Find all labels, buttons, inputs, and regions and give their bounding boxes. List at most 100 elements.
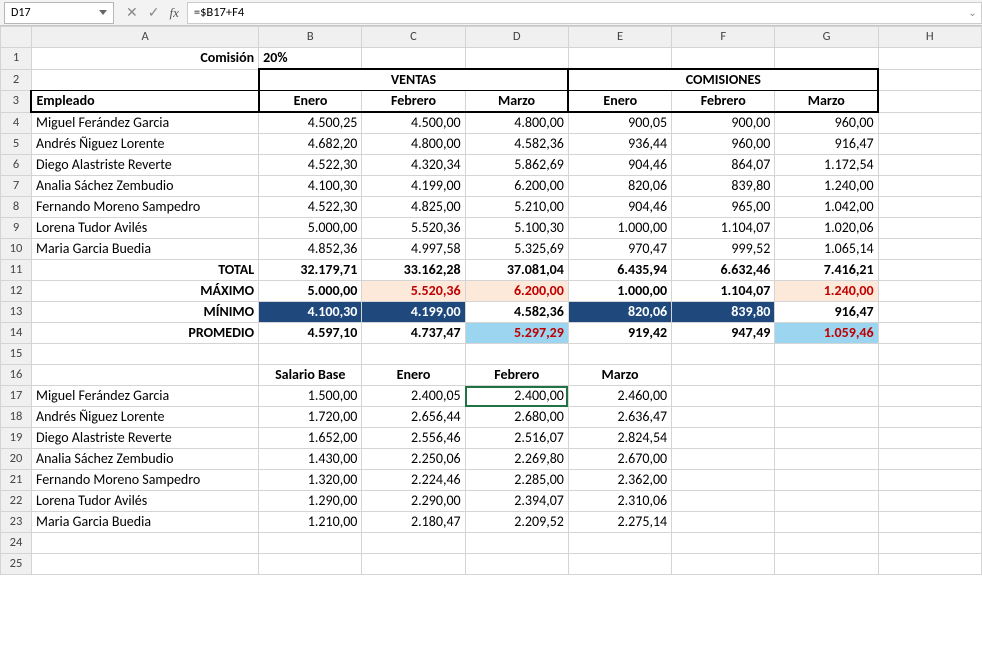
cell[interactable] — [465, 344, 568, 365]
cell[interactable] — [672, 512, 775, 533]
cell[interactable] — [878, 428, 981, 449]
cell[interactable]: 919,42 — [568, 323, 671, 344]
cell[interactable] — [31, 554, 258, 575]
cell[interactable]: 4.737,47 — [362, 323, 465, 344]
cell[interactable] — [878, 239, 981, 260]
cell[interactable]: 1.430,00 — [259, 449, 362, 470]
cell[interactable]: 2.824,54 — [568, 428, 671, 449]
cell[interactable]: 2.400,05 — [362, 386, 465, 407]
cell[interactable]: Maria Garcia Buedia — [31, 239, 258, 260]
cell[interactable]: 2.224,46 — [362, 470, 465, 491]
cell[interactable] — [672, 554, 775, 575]
cell[interactable]: 1.240,00 — [775, 281, 878, 302]
cell[interactable] — [775, 470, 878, 491]
cell[interactable]: 1.000,00 — [568, 281, 671, 302]
cell[interactable] — [465, 554, 568, 575]
cell[interactable]: 4.582,36 — [465, 302, 568, 323]
cell[interactable]: 4.852,36 — [259, 239, 362, 260]
cell[interactable] — [878, 512, 981, 533]
cell[interactable]: 6.435,94 — [568, 260, 671, 281]
name-box-dropdown-icon[interactable] — [99, 10, 107, 15]
cell[interactable]: Maria Garcia Buedia — [31, 512, 258, 533]
cell[interactable]: 5.520,36 — [362, 218, 465, 239]
cell[interactable]: 916,47 — [775, 134, 878, 155]
cell[interactable] — [568, 344, 671, 365]
cell[interactable] — [672, 428, 775, 449]
cell[interactable] — [775, 554, 878, 575]
cell[interactable]: 4.800,00 — [465, 112, 568, 134]
cell[interactable]: 6.200,00 — [465, 176, 568, 197]
cell[interactable] — [775, 344, 878, 365]
cell[interactable]: 4.199,00 — [362, 176, 465, 197]
cell[interactable] — [878, 554, 981, 575]
formula-input[interactable]: =$B17+F4 — [187, 2, 964, 24]
cell[interactable]: 20% — [259, 48, 362, 70]
cell[interactable] — [362, 533, 465, 554]
cell[interactable] — [878, 323, 981, 344]
cell[interactable] — [672, 386, 775, 407]
cell[interactable]: 900,00 — [672, 112, 775, 134]
cell[interactable]: 4.522,30 — [259, 197, 362, 218]
cell[interactable]: 2.680,00 — [465, 407, 568, 428]
comisiones-header[interactable]: COMISIONES — [568, 69, 878, 91]
cell[interactable]: 5.000,00 — [259, 281, 362, 302]
cell[interactable] — [672, 470, 775, 491]
cell[interactable]: 2.209,52 — [465, 512, 568, 533]
row-header[interactable]: 2 — [1, 69, 32, 91]
cell[interactable]: Marzo — [775, 91, 878, 113]
empleado-header[interactable]: Empleado — [31, 91, 258, 113]
cell[interactable]: 1.104,07 — [672, 218, 775, 239]
cell[interactable]: 947,49 — [672, 323, 775, 344]
cell[interactable]: 5.210,00 — [465, 197, 568, 218]
cell[interactable] — [465, 533, 568, 554]
cell[interactable] — [878, 112, 981, 134]
cell[interactable]: 4.100,30 — [259, 302, 362, 323]
row-header[interactable]: 21 — [1, 470, 32, 491]
cell[interactable]: 5.297,29 — [465, 323, 568, 344]
cell[interactable]: Enero — [568, 91, 671, 113]
cell[interactable]: 1.720,00 — [259, 407, 362, 428]
cell[interactable] — [878, 449, 981, 470]
cell[interactable]: 4.500,00 — [362, 112, 465, 134]
cell[interactable]: 2.460,00 — [568, 386, 671, 407]
col-header-C[interactable]: C — [362, 27, 465, 48]
cell[interactable]: 1.042,00 — [775, 197, 878, 218]
cell[interactable]: 4.500,25 — [259, 112, 362, 134]
cell[interactable]: 916,47 — [775, 302, 878, 323]
col-header-F[interactable]: F — [672, 27, 775, 48]
total-label[interactable]: TOTAL — [31, 260, 258, 281]
cell[interactable] — [775, 512, 878, 533]
cell[interactable] — [775, 449, 878, 470]
cancel-icon[interactable]: ✕ — [126, 4, 138, 21]
cell[interactable]: 999,52 — [672, 239, 775, 260]
cell[interactable] — [878, 48, 981, 70]
cell[interactable] — [878, 197, 981, 218]
cell[interactable] — [31, 365, 258, 386]
fx-icon[interactable]: fx — [169, 5, 178, 21]
cell[interactable]: 4.682,20 — [259, 134, 362, 155]
row-header[interactable]: 20 — [1, 449, 32, 470]
cell[interactable]: 2.250,06 — [362, 449, 465, 470]
cell[interactable]: 1.172,54 — [775, 155, 878, 176]
cell[interactable]: 4.597,10 — [259, 323, 362, 344]
row-header[interactable]: 13 — [1, 302, 32, 323]
cell[interactable]: Andrés Ñiguez Lorente — [31, 407, 258, 428]
cell[interactable]: 1.500,00 — [259, 386, 362, 407]
cell[interactable]: Salario Base — [259, 365, 362, 386]
cell[interactable]: 839,80 — [672, 176, 775, 197]
cell[interactable]: 4.825,00 — [362, 197, 465, 218]
cell[interactable]: Lorena Tudor Avilés — [31, 491, 258, 512]
cell[interactable]: 1.020,06 — [775, 218, 878, 239]
cell[interactable]: 1.652,00 — [259, 428, 362, 449]
cell[interactable]: 2.670,00 — [568, 449, 671, 470]
cell[interactable]: 4.320,34 — [362, 155, 465, 176]
cell[interactable]: Febrero — [362, 91, 465, 113]
cell[interactable] — [878, 260, 981, 281]
select-all-corner[interactable] — [1, 27, 32, 48]
cell[interactable]: Enero — [259, 91, 362, 113]
row-header[interactable]: 15 — [1, 344, 32, 365]
row-header[interactable]: 24 — [1, 533, 32, 554]
cell[interactable]: 37.081,04 — [465, 260, 568, 281]
cell[interactable]: 904,46 — [568, 155, 671, 176]
cell[interactable]: 1.059,46 — [775, 323, 878, 344]
